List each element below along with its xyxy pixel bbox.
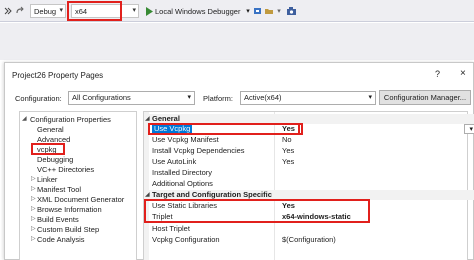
chevron-down-icon: ▾ — [59, 7, 63, 14]
prop-row-use-autolink[interactable]: Use AutoLink Yes — [149, 157, 469, 167]
static-triplet-highlight-box — [144, 199, 370, 223]
chevron-down-icon: ▾ — [132, 7, 136, 14]
configuration-select[interactable]: All Configurations ▾ — [68, 91, 195, 105]
property-grid: ◢ General Use Vcpkg Yes ▾ Use Vcpkg Mani… — [143, 111, 474, 260]
platform-label: Platform: — [203, 94, 234, 103]
close-button[interactable]: × — [460, 68, 466, 79]
collapse-icon[interactable]: ◢ — [22, 115, 27, 124]
tree-item-manifest-tool[interactable]: Manifest Tool — [37, 185, 81, 194]
prop-row-vcpkg-configuration[interactable]: Vcpkg Configuration $(Configuration) — [149, 235, 469, 245]
chevron-down-icon: ▾ — [368, 94, 372, 101]
prop-row-host-triplet[interactable]: Host Triplet — [149, 224, 469, 234]
redo-icon[interactable] — [14, 3, 26, 19]
tree-item-browse-information[interactable]: Browse Information — [37, 205, 102, 214]
tree-item-xml-document-generator[interactable]: XML Document Generator — [37, 195, 124, 204]
attach-icon[interactable] — [253, 3, 263, 19]
property-tree: ◢ Configuration Properties General Advan… — [19, 111, 137, 260]
expand-icon[interactable]: ▷ — [31, 195, 36, 204]
solution-configuration-select[interactable]: Debug ▾ — [30, 4, 66, 18]
tree-item-code-analysis[interactable]: Code Analysis — [37, 235, 85, 244]
prop-row-use-vcpkg-manifest[interactable]: Use Vcpkg Manifest No — [149, 135, 469, 145]
platform-highlight-box — [67, 1, 122, 21]
folder-icon[interactable] — [264, 3, 274, 19]
tree-item-linker[interactable]: Linker — [37, 175, 57, 184]
value-dropdown-button[interactable]: ▾ — [464, 124, 474, 134]
dialog-title: Project26 Property Pages — [12, 71, 104, 80]
tree-item-general[interactable]: General — [37, 125, 64, 134]
tree-item-debugging[interactable]: Debugging — [37, 155, 73, 164]
chevron-down-icon: ▾ — [469, 126, 473, 133]
vs-toolbar: Debug ▾ x64 ▾ Local Windows Debugger ▾ ▾ — [0, 0, 474, 22]
prop-row-install-vcpkg-dependencies[interactable]: Install Vcpkg Dependencies Yes — [149, 146, 469, 156]
chevron-down-icon: ▾ — [187, 94, 191, 101]
prop-row-additional-options[interactable]: Additional Options — [149, 179, 469, 189]
expand-icon[interactable]: ▷ — [31, 235, 36, 244]
start-debugging-icon[interactable] — [144, 3, 153, 19]
platform-select[interactable]: Active(x64) ▾ — [240, 91, 376, 105]
expand-icon[interactable]: ▷ — [31, 205, 36, 214]
expand-icon[interactable]: ▷ — [31, 215, 36, 224]
tree-item-vc-directories[interactable]: VC++ Directories — [37, 165, 94, 174]
vcpkg-highlight-box — [31, 143, 65, 155]
use-vcpkg-value-highlight-box — [277, 123, 300, 135]
tree-item-custom-build-step[interactable]: Custom Build Step — [37, 225, 99, 234]
editor-background — [0, 23, 474, 60]
expand-icon[interactable]: ▷ — [31, 225, 36, 234]
tree-root-configuration-properties[interactable]: Configuration Properties — [30, 115, 111, 124]
expand-icon[interactable]: ▷ — [31, 175, 36, 184]
property-pages-dialog: Project26 Property Pages ? × Configurati… — [4, 62, 474, 260]
help-button[interactable]: ? — [435, 69, 440, 79]
configuration-manager-button[interactable]: Configuration Manager... — [379, 90, 471, 105]
prop-row-installed-directory[interactable]: Installed Directory — [149, 168, 469, 178]
toolbar-overflow-icon[interactable] — [3, 3, 13, 19]
more-dropdown-icon[interactable]: ▾ — [276, 3, 282, 19]
camera-icon[interactable] — [285, 3, 297, 19]
configuration-label: Configuration: — [15, 94, 62, 103]
debugger-dropdown-icon[interactable]: ▾ — [244, 3, 252, 19]
tree-item-build-events[interactable]: Build Events — [37, 215, 79, 224]
local-windows-debugger-button[interactable]: Local Windows Debugger — [155, 3, 245, 19]
expand-icon[interactable]: ▷ — [31, 185, 36, 194]
